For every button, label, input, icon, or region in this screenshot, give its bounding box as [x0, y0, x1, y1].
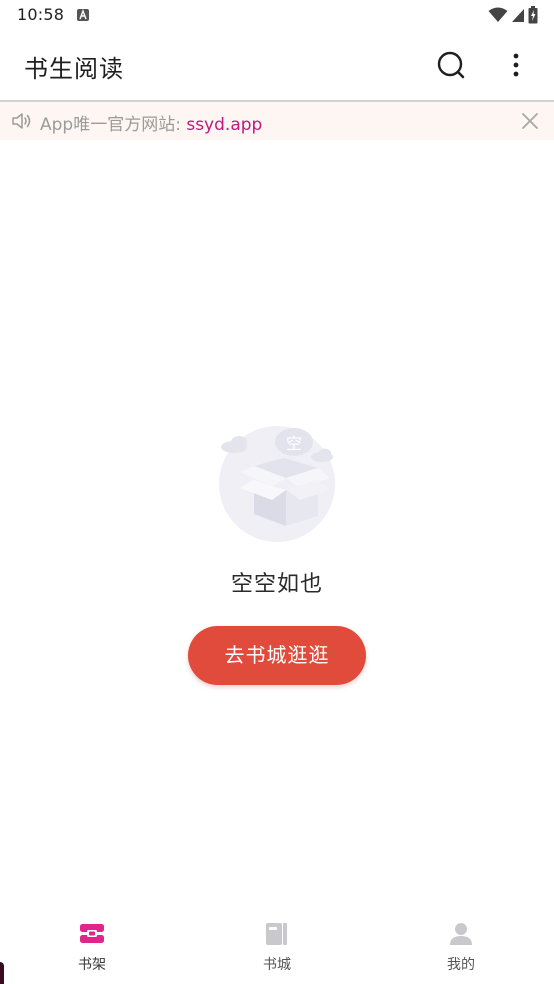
empty-message: 空空如也 — [230, 572, 323, 597]
notice-text: App唯一官方网站: ssyd.app — [40, 110, 262, 135]
empty-box-illustration: 空 — [219, 426, 335, 542]
nav-item-bookstore[interactable]: 书城 — [217, 906, 337, 984]
search-button[interactable] — [433, 47, 469, 83]
status-time: 10:58 — [17, 5, 65, 24]
nav-label-bookstore: 书城 — [263, 957, 291, 973]
speaker-icon — [12, 113, 31, 129]
nav-label-profile: 我的 — [447, 957, 475, 973]
more-vert-icon — [513, 53, 519, 77]
status-icons — [488, 6, 538, 24]
a-badge-icon — [77, 9, 89, 21]
official-site-link[interactable]: ssyd.app — [186, 115, 262, 135]
notice-close-button[interactable] — [519, 110, 541, 132]
notice-prefix: App唯一官方网站: — [40, 115, 187, 135]
close-icon — [522, 113, 538, 129]
profile-icon — [450, 923, 472, 945]
book-store-icon — [266, 923, 287, 945]
status-bar: 10:58 — [0, 0, 554, 32]
empty-badge: 空 — [275, 428, 313, 456]
nav-item-bookshelf[interactable]: 书架 — [32, 906, 152, 984]
more-options-button[interactable] — [500, 47, 532, 83]
go-to-bookstore-button[interactable]: 去书城逛逛 — [188, 626, 366, 685]
app-title: 书生阅读 — [24, 55, 124, 83]
app-bar: 书生阅读 — [0, 32, 554, 100]
window-edge-decoration — [0, 962, 4, 984]
search-icon — [437, 51, 465, 79]
svg-text:空: 空 — [286, 434, 302, 453]
signal-icon — [512, 9, 524, 22]
bottom-nav: 书架 书城 我的 — [0, 906, 554, 984]
cloud-left-icon — [221, 436, 247, 453]
nav-label-bookshelf: 书架 — [78, 957, 106, 973]
battery-icon — [528, 6, 538, 24]
screen: 10:58 书生阅读 App唯一官方网站: ssyd.app 空 空空如也 去书… — [0, 0, 554, 984]
wifi-icon — [488, 7, 508, 22]
notice-bar: App唯一官方网站: ssyd.app — [0, 102, 554, 140]
bookshelf-icon — [80, 924, 104, 943]
nav-item-profile[interactable]: 我的 — [401, 906, 521, 984]
